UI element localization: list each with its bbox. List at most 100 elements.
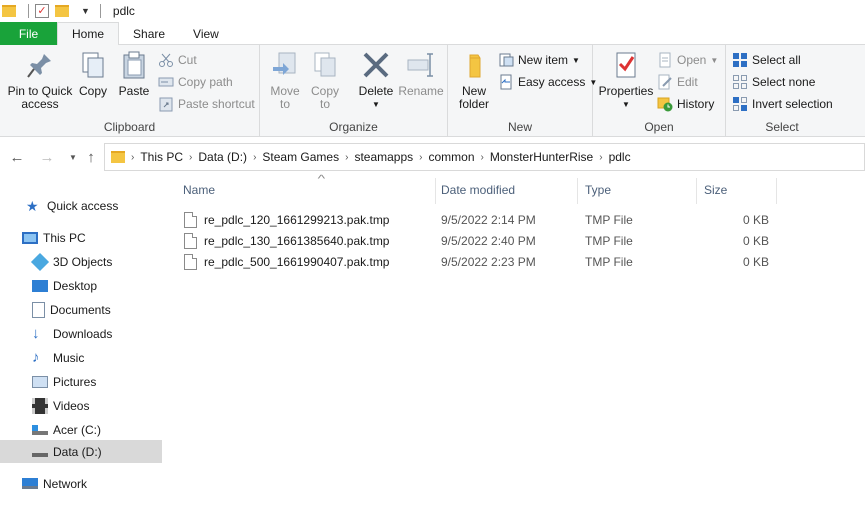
nav-3d-objects[interactable]: 3D Objects — [0, 250, 162, 273]
file-row[interactable]: re_pdlc_130_1661385640.pak.tmp 9/5/2022 … — [180, 230, 780, 251]
paste-label: Paste — [118, 84, 150, 98]
new-item-button[interactable]: New item ▼ — [498, 50, 580, 70]
column-divider[interactable] — [577, 178, 578, 204]
breadcrumb-separator[interactable]: › — [131, 152, 134, 163]
computer-icon — [22, 231, 38, 244]
tab-view[interactable]: View — [179, 22, 233, 45]
tab-file[interactable]: File — [0, 22, 57, 45]
new-folder-icon — [469, 54, 481, 78]
column-name-label: Name — [183, 183, 216, 197]
column-divider[interactable] — [776, 178, 777, 204]
invert-selection-button[interactable]: Invert selection — [732, 94, 833, 114]
nav-documents-label: Documents — [50, 302, 111, 317]
breadcrumb-data-drive[interactable]: Data (D:) — [198, 150, 247, 164]
nav-quick-access[interactable]: ★ Quick access — [0, 194, 162, 217]
edit-button[interactable]: Edit — [657, 72, 698, 92]
new-group-label: New — [507, 120, 532, 134]
move-to-button[interactable]: Move to — [268, 49, 302, 111]
delete-button[interactable]: Delete ▼ — [356, 49, 396, 111]
history-button[interactable]: History — [657, 94, 714, 114]
select-none-button[interactable]: Select none — [732, 72, 815, 92]
column-size-label: Size — [704, 183, 728, 197]
nav-network[interactable]: Network — [0, 472, 162, 495]
nav-music[interactable]: ♪ Music — [0, 346, 162, 369]
edit-label: Edit — [677, 75, 698, 89]
back-arrow-icon[interactable]: ← — [6, 146, 28, 168]
open-dropdown-icon: ▼ — [710, 55, 719, 65]
nav-desktop[interactable]: Desktop — [0, 274, 162, 297]
breadcrumb-steamapps[interactable]: steamapps — [354, 150, 413, 164]
paste-button[interactable]: Paste — [116, 49, 152, 98]
column-divider[interactable] — [435, 178, 436, 204]
properties-check-icon[interactable]: ✓ — [35, 4, 49, 18]
paste-shortcut-button[interactable]: Paste shortcut — [158, 94, 255, 114]
column-header-name[interactable]: ^ Name — [183, 174, 441, 204]
nav-downloads[interactable]: ↓ Downloads — [0, 322, 162, 345]
breadcrumb-monsterhunterrise[interactable]: MonsterHunterRise — [490, 150, 593, 164]
column-header-date[interactable]: Date modified — [441, 176, 579, 204]
column-divider[interactable] — [696, 178, 697, 204]
copy-path-button[interactable]: Copy path — [158, 72, 233, 92]
new-folder-button[interactable]: New folder — [454, 49, 494, 111]
forward-arrow-icon[interactable]: → — [36, 146, 58, 168]
breadcrumb-separator[interactable]: › — [253, 152, 256, 163]
breadcrumb-this-pc[interactable]: This PC — [140, 150, 183, 164]
column-header-type[interactable]: Type — [585, 176, 695, 204]
nav-data-drive[interactable]: Data (D:) — [0, 440, 162, 463]
customize-toolbar-arrow-icon[interactable]: ▼ — [81, 6, 90, 16]
ribbon: Pin to Quick access Copy Paste Cut Copy … — [0, 45, 865, 137]
cut-button[interactable]: Cut — [158, 50, 197, 70]
properties-dropdown-icon: ▼ — [622, 100, 630, 109]
breadcrumb-separator[interactable]: › — [481, 152, 484, 163]
tab-home[interactable]: Home — [57, 22, 120, 46]
pin-to-quick-access-button[interactable]: Pin to Quick access — [6, 49, 74, 111]
select-all-button[interactable]: Select all — [732, 50, 801, 70]
breadcrumb-pdlc[interactable]: pdlc — [609, 150, 631, 164]
quick-access-separator — [28, 4, 29, 18]
file-list: ^ Name Date modified Type Size re_pdlc_1… — [165, 174, 865, 522]
open-group: Properties ▼ Open ▼ Edit History Open — [593, 45, 726, 137]
properties-icon — [616, 52, 636, 78]
file-type: TMP File — [585, 212, 633, 227]
nav-videos[interactable]: Videos — [0, 394, 162, 417]
breadcrumb-separator[interactable]: › — [419, 152, 422, 163]
copy-path-label: Copy path — [178, 75, 233, 89]
navigation-pane: ★ Quick access This PC 3D Objects Deskto… — [0, 176, 165, 522]
nav-pictures[interactable]: Pictures — [0, 370, 162, 393]
breadcrumb-separator[interactable]: › — [345, 152, 348, 163]
nav-documents[interactable]: Documents — [0, 298, 162, 321]
tab-share[interactable]: Share — [119, 22, 179, 45]
file-row[interactable]: re_pdlc_500_1661990407.pak.tmp 9/5/2022 … — [180, 251, 780, 272]
breadcrumb-separator[interactable]: › — [189, 152, 192, 163]
copy-icon — [82, 52, 104, 78]
nav-network-label: Network — [43, 476, 88, 491]
rename-button[interactable]: Rename — [398, 49, 444, 98]
file-icon — [184, 211, 197, 228]
copy-button[interactable]: Copy — [76, 49, 110, 98]
breadcrumb-separator[interactable]: › — [599, 152, 602, 163]
easy-access-button[interactable]: Easy access ▼ — [498, 72, 597, 92]
file-name: re_pdlc_500_1661990407.pak.tmp — [204, 254, 390, 269]
file-size: 0 KB — [742, 254, 769, 269]
address-bar[interactable]: › This PC › Data (D:) › Steam Games › st… — [104, 143, 865, 171]
properties-button[interactable]: Properties ▼ — [597, 49, 655, 111]
file-row[interactable]: re_pdlc_120_1661299213.pak.tmp 9/5/2022 … — [180, 209, 780, 230]
copy-to-button[interactable]: Copy to — [308, 49, 342, 111]
file-name: re_pdlc_120_1661299213.pak.tmp — [204, 212, 390, 227]
open-button[interactable]: Open ▼ — [657, 50, 718, 70]
nav-this-pc[interactable]: This PC — [0, 226, 162, 249]
new-folder-quick-icon[interactable] — [55, 5, 69, 17]
nav-this-pc-label: This PC — [43, 230, 86, 245]
easy-access-label: Easy access — [518, 75, 586, 89]
breadcrumb-steam-games[interactable]: Steam Games — [262, 150, 339, 164]
breadcrumb-common[interactable]: common — [429, 150, 475, 164]
nav-music-label: Music — [53, 350, 85, 365]
clipboard-group: Pin to Quick access Copy Paste Cut Copy … — [0, 45, 260, 137]
up-arrow-icon[interactable]: ↑ — [80, 146, 102, 168]
cut-label: Cut — [178, 53, 197, 67]
file-type: TMP File — [585, 254, 633, 269]
column-header-size[interactable]: Size — [704, 176, 776, 204]
window-title: pdlc — [112, 4, 135, 18]
invert-selection-icon — [733, 97, 747, 111]
nav-acer-drive[interactable]: Acer (C:) — [0, 418, 162, 441]
